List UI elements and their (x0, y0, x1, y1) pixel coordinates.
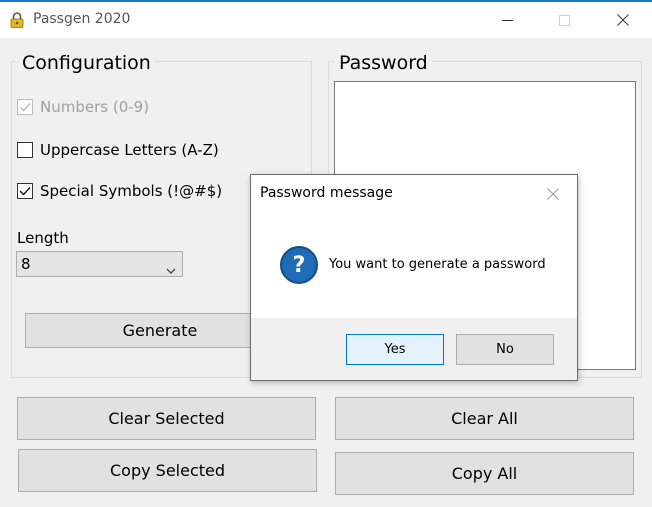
dialog-close-icon[interactable] (547, 185, 559, 204)
numbers-checkbox[interactable]: Numbers (0-9) (17, 97, 149, 117)
minimize-button[interactable] (484, 2, 530, 38)
copy-all-button[interactable]: Copy All (335, 452, 634, 495)
yes-button[interactable]: Yes (346, 334, 444, 365)
special-symbols-label: Special Symbols (!@#$) (40, 182, 223, 200)
minimize-icon (501, 11, 513, 30)
question-icon: ? (280, 246, 318, 284)
close-icon (617, 11, 629, 30)
password-title: Password (335, 52, 432, 74)
dialog-title: Password message (260, 185, 393, 201)
checkmark-icon (19, 187, 31, 196)
uppercase-label: Uppercase Letters (A-Z) (40, 141, 219, 159)
checkbox-box (17, 183, 33, 199)
dialog-footer: Yes No (251, 318, 577, 380)
no-button[interactable]: No (456, 334, 554, 365)
password-message-dialog: Password message ? You want to generate … (250, 174, 578, 381)
uppercase-checkbox[interactable]: Uppercase Letters (A-Z) (17, 140, 219, 160)
maximize-icon (558, 11, 570, 30)
length-select[interactable]: 8 (16, 251, 183, 277)
copy-selected-button[interactable]: Copy Selected (18, 449, 317, 492)
chevron-down-icon (166, 260, 176, 279)
numbers-label: Numbers (0-9) (40, 98, 150, 116)
clear-all-button[interactable]: Clear All (335, 397, 634, 440)
checkbox-box (17, 99, 33, 115)
dialog-message: You want to generate a password (329, 257, 546, 272)
length-value: 8 (21, 255, 31, 273)
window-title: Passgen 2020 (33, 11, 131, 27)
maximize-button[interactable] (541, 2, 587, 38)
checkmark-icon (19, 103, 31, 112)
special-symbols-checkbox[interactable]: Special Symbols (!@#$) (17, 181, 222, 201)
clear-selected-button[interactable]: Clear Selected (17, 397, 316, 440)
title-bar[interactable]: Passgen 2020 (0, 2, 652, 38)
close-button[interactable] (600, 2, 646, 38)
length-label: Length (17, 229, 69, 247)
lock-icon (10, 12, 24, 28)
configuration-title: Configuration (18, 52, 155, 74)
checkbox-box (17, 142, 33, 158)
